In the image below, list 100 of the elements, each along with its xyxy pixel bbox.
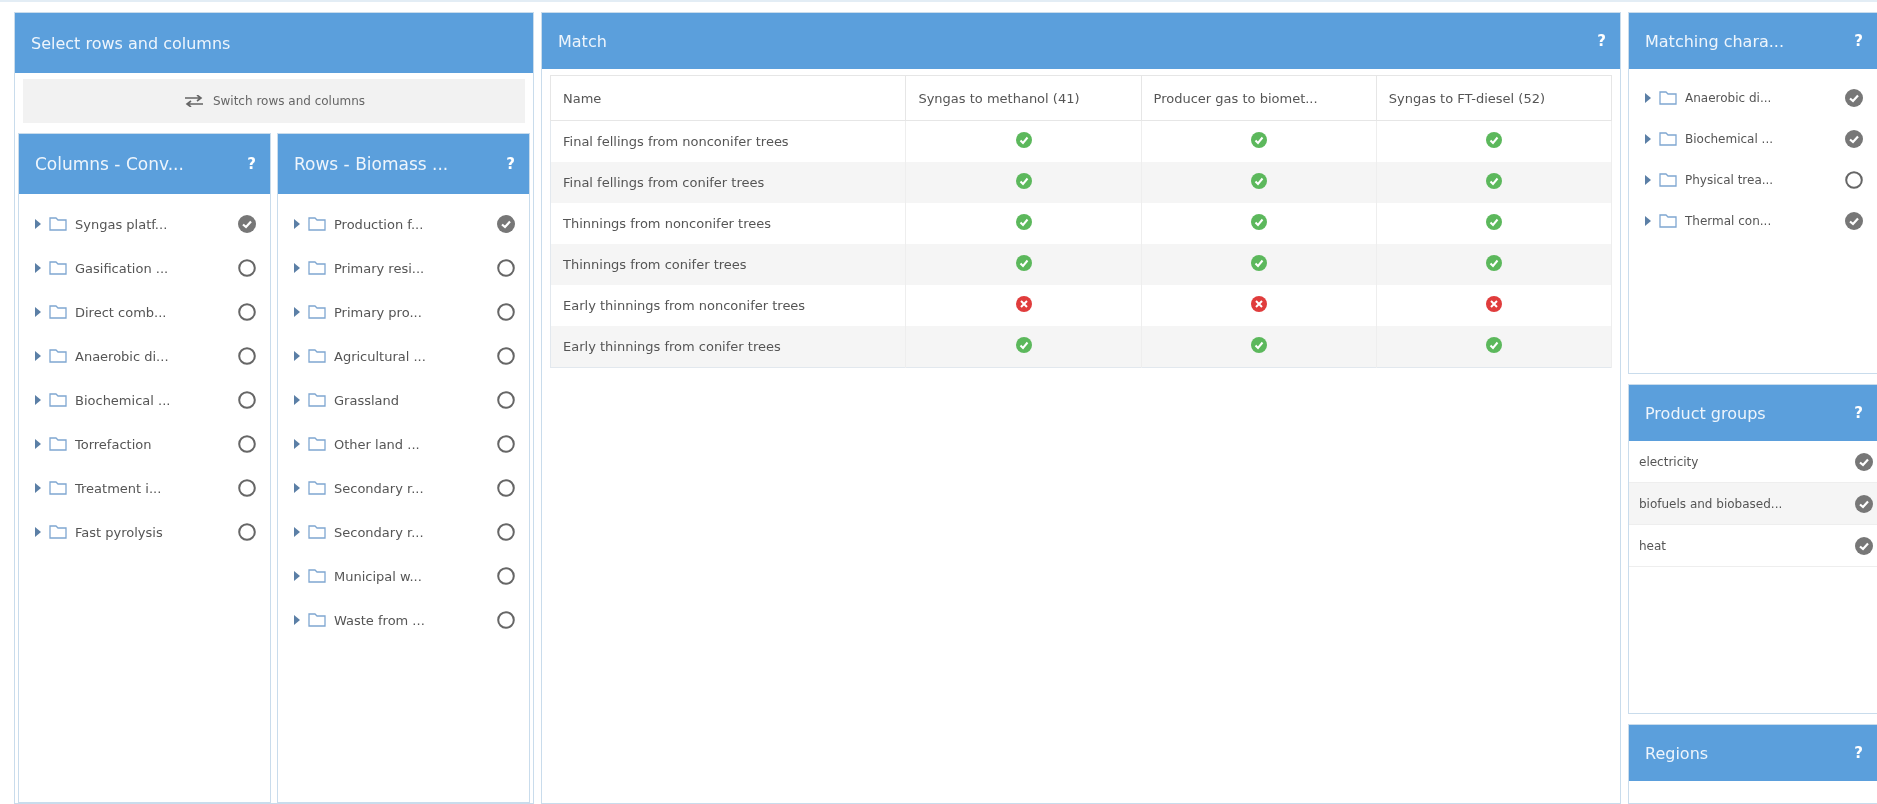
tree-item[interactable]: Other land ... [278, 422, 529, 466]
folder-icon [49, 349, 67, 363]
tree-item[interactable]: Thermal con... [1629, 200, 1877, 241]
caret-icon[interactable] [294, 615, 300, 625]
caret-icon[interactable] [294, 351, 300, 361]
checked-icon[interactable] [497, 215, 515, 233]
column-header[interactable]: Name [550, 75, 906, 121]
tree-item[interactable]: Biochemical ... [1629, 118, 1877, 159]
caret-icon[interactable] [35, 483, 41, 493]
tree-item[interactable]: Production f... [278, 202, 529, 246]
list-item-label: heat [1639, 538, 1668, 553]
tree-item[interactable]: Anaerobic di... [19, 334, 270, 378]
caret-icon[interactable] [1645, 133, 1651, 144]
unchecked-icon[interactable] [238, 391, 256, 409]
caret-icon[interactable] [294, 439, 300, 449]
unchecked-icon[interactable] [1845, 170, 1863, 189]
unchecked-icon[interactable] [238, 523, 256, 541]
tree-item[interactable]: Fast pyrolysis [19, 510, 270, 554]
unchecked-icon[interactable] [497, 567, 515, 585]
folder-icon [308, 525, 326, 539]
tree-item-label: Biochemical ... [1685, 131, 1775, 146]
folder-icon [308, 613, 326, 627]
folder-icon [308, 217, 326, 231]
tree-item[interactable]: Torrefaction [19, 422, 270, 466]
tree-item[interactable]: Direct comb... [19, 290, 270, 334]
checked-icon[interactable] [1855, 452, 1873, 471]
tree-item[interactable]: Waste from ... [278, 598, 529, 642]
folder-icon [49, 525, 67, 539]
tree-item[interactable]: Agricultural ... [278, 334, 529, 378]
tree-item-label: Gasification ... [75, 260, 170, 276]
panel-title: Rows - Biomass ... [294, 154, 449, 174]
caret-icon[interactable] [1645, 92, 1651, 103]
column-header[interactable]: Syngas to methanol (41) [905, 75, 1142, 121]
checked-icon[interactable] [1855, 536, 1873, 555]
caret-icon[interactable] [294, 263, 300, 273]
unchecked-icon[interactable] [238, 479, 256, 497]
unchecked-icon[interactable] [497, 611, 515, 629]
folder-icon [49, 437, 67, 451]
tree-item[interactable]: Primary pro... [278, 290, 529, 334]
caret-icon[interactable] [294, 307, 300, 317]
folder-icon [308, 437, 326, 451]
caret-icon[interactable] [35, 527, 41, 537]
unchecked-icon[interactable] [497, 259, 515, 277]
tree-item[interactable]: Gasification ... [19, 246, 270, 290]
unchecked-icon[interactable] [497, 303, 515, 321]
caret-icon[interactable] [1645, 215, 1651, 226]
caret-icon[interactable] [35, 219, 41, 229]
checked-icon[interactable] [1845, 88, 1863, 107]
checked-icon[interactable] [1845, 211, 1863, 230]
unchecked-icon[interactable] [238, 435, 256, 453]
caret-icon[interactable] [35, 351, 41, 361]
tree-item-label: Municipal w... [334, 568, 423, 584]
tree-item-label: Secondary r... [334, 524, 425, 540]
unchecked-icon[interactable] [238, 259, 256, 277]
caret-icon[interactable] [294, 219, 300, 229]
switch-button[interactable]: Switch rows and columns [23, 79, 525, 123]
folder-icon [308, 261, 326, 275]
folder-icon [1659, 90, 1677, 105]
unchecked-icon[interactable] [497, 391, 515, 409]
tree-item[interactable]: Anaerobic di... [1629, 77, 1877, 118]
tree-item[interactable]: Municipal w... [278, 554, 529, 598]
caret-icon[interactable] [35, 307, 41, 317]
unchecked-icon[interactable] [497, 347, 515, 365]
caret-icon[interactable] [294, 483, 300, 493]
checked-icon[interactable] [1845, 129, 1863, 148]
unchecked-icon[interactable] [497, 479, 515, 497]
unchecked-icon[interactable] [497, 435, 515, 453]
tree-item-label: Production f... [334, 216, 425, 232]
folder-icon [1659, 131, 1677, 146]
checked-icon[interactable] [238, 215, 256, 233]
tree-item[interactable]: Secondary r... [278, 466, 529, 510]
column-header[interactable]: Producer gas to biomet... [1141, 75, 1377, 121]
caret-icon[interactable] [35, 439, 41, 449]
tree-item[interactable]: Treatment i... [19, 466, 270, 510]
tree-item[interactable]: Grassland [278, 378, 529, 422]
caret-icon[interactable] [35, 263, 41, 273]
tree-item[interactable]: Secondary r... [278, 510, 529, 554]
unchecked-icon[interactable] [497, 523, 515, 541]
tree-item[interactable]: Physical trea... [1629, 159, 1877, 200]
tree-item[interactable]: Primary resi... [278, 246, 529, 290]
tree-item[interactable]: Biochemical ... [19, 378, 270, 422]
tree-item[interactable]: Syngas platf... [19, 202, 270, 246]
column-header[interactable]: Syngas to FT-diesel (52) [1376, 75, 1612, 121]
caret-icon[interactable] [294, 527, 300, 537]
list-item[interactable]: biofuels and biobased... [1629, 483, 1877, 525]
caret-icon[interactable] [294, 395, 300, 405]
panel-title: Columns - Conv... [35, 154, 184, 174]
panel-title: Product groups [1645, 403, 1766, 423]
folder-icon [49, 261, 67, 275]
caret-icon[interactable] [294, 571, 300, 581]
tree-item-label: Thermal con... [1685, 213, 1773, 228]
checked-icon[interactable] [1855, 494, 1873, 513]
panel-title: Regions [1645, 743, 1709, 763]
folder-icon [308, 305, 326, 319]
unchecked-icon[interactable] [238, 347, 256, 365]
caret-icon[interactable] [1645, 174, 1651, 185]
list-item-label: biofuels and biobased... [1639, 496, 1784, 511]
caret-icon[interactable] [35, 395, 41, 405]
unchecked-icon[interactable] [238, 303, 256, 321]
tree-item-label: Waste from ... [334, 612, 426, 628]
